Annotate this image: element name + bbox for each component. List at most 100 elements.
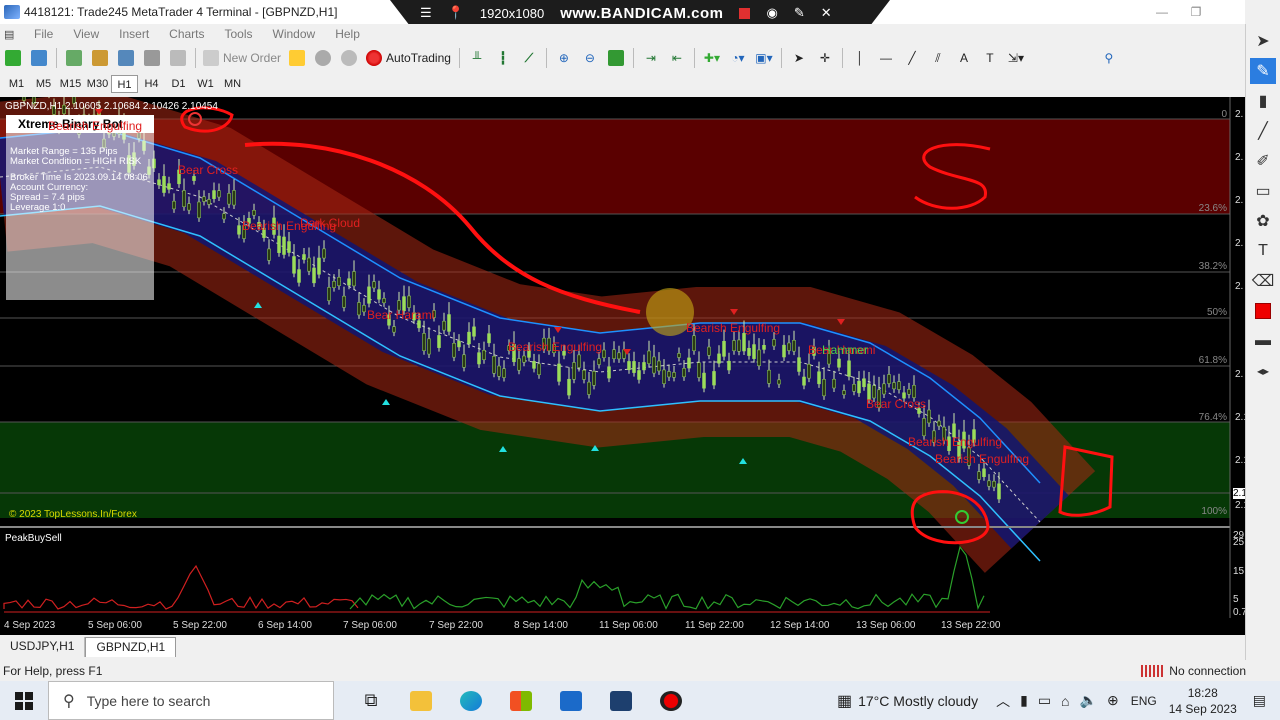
cursor-icon[interactable]: ➤ bbox=[789, 48, 809, 68]
fib-label: 61.8% bbox=[1198, 355, 1227, 366]
candles-button[interactable]: ┇ bbox=[493, 48, 513, 68]
clock[interactable]: 18:28 14 Sep 2023 bbox=[1169, 685, 1237, 717]
menu-tools[interactable]: Tools bbox=[215, 27, 263, 41]
expand-icon[interactable]: ◂▸ bbox=[1250, 358, 1276, 384]
eraser-icon[interactable]: ⌫ bbox=[1250, 268, 1276, 294]
navigator-button[interactable] bbox=[116, 48, 136, 68]
new-chart-button[interactable] bbox=[3, 48, 23, 68]
chart-shift-icon[interactable]: ⇤ bbox=[667, 48, 687, 68]
menu-view[interactable]: View bbox=[63, 27, 109, 41]
tab-gbpnzd[interactable]: GBPNZD,H1 bbox=[85, 637, 177, 657]
vertical-line-icon[interactable]: │ bbox=[850, 48, 870, 68]
file-explorer-icon[interactable] bbox=[396, 690, 446, 711]
brush-tool-icon[interactable]: ✐ bbox=[1250, 148, 1276, 174]
record-stop-icon[interactable] bbox=[739, 7, 751, 19]
market-watch-button[interactable] bbox=[64, 48, 84, 68]
tab-usdjpy[interactable]: USDJPY,H1 bbox=[0, 637, 86, 657]
zoom-out-icon[interactable]: ⊖ bbox=[580, 48, 600, 68]
mt4-taskbar-icon[interactable] bbox=[596, 690, 646, 711]
line-chart-button[interactable]: ⟋ bbox=[519, 48, 539, 68]
autotrading-button[interactable]: AutoTrading bbox=[362, 50, 455, 66]
menu-file[interactable]: File bbox=[24, 27, 63, 41]
doc-icon[interactable]: ▤ bbox=[4, 28, 24, 41]
taskbar-search[interactable]: ⚲ Type here to search bbox=[48, 681, 334, 720]
trendline-icon[interactable]: ╱ bbox=[902, 48, 922, 68]
weather-text[interactable]: 17°C Mostly cloudy bbox=[858, 693, 978, 709]
restore-icon[interactable]: ❐ bbox=[1179, 5, 1213, 19]
market-button[interactable] bbox=[339, 48, 359, 68]
tf-mn[interactable]: MN bbox=[219, 75, 246, 93]
tf-m15[interactable]: M15 bbox=[57, 75, 84, 93]
label-tool-icon[interactable]: T bbox=[980, 48, 1000, 68]
arrows-tool-icon[interactable]: ⇲▾ bbox=[1006, 48, 1026, 68]
candle-body bbox=[162, 176, 166, 193]
templates-icon[interactable]: ▣▾ bbox=[754, 48, 774, 68]
search-icon: ⚲ bbox=[63, 692, 75, 710]
menu-help[interactable]: Help bbox=[325, 27, 370, 41]
signals-button[interactable] bbox=[313, 48, 333, 68]
tf-m5[interactable]: M5 bbox=[30, 75, 57, 93]
text-tool-icon[interactable]: A bbox=[954, 48, 974, 68]
globe-icon[interactable]: ⊕ bbox=[1107, 692, 1119, 709]
rectangle-tool-icon[interactable]: ▭ bbox=[1250, 178, 1276, 204]
start-button[interactable] bbox=[0, 691, 48, 710]
color-swatch-icon[interactable] bbox=[1250, 298, 1276, 324]
tf-m30[interactable]: M30 bbox=[84, 75, 111, 93]
tf-d1[interactable]: D1 bbox=[165, 75, 192, 93]
pen-tool-icon[interactable]: ✎ bbox=[1250, 58, 1276, 84]
tf-h4[interactable]: H4 bbox=[138, 75, 165, 93]
periods-icon[interactable]: ◔▾ bbox=[728, 48, 748, 68]
tray-usb-icon[interactable]: ▮ bbox=[1020, 692, 1028, 709]
data-window-button[interactable] bbox=[90, 48, 110, 68]
zoom-in-icon[interactable]: ⊕ bbox=[554, 48, 574, 68]
price-chart[interactable]: GBPNZD,H1 2.10605 2.10684 2.10426 2.1045… bbox=[0, 97, 1245, 633]
terminal-button[interactable] bbox=[142, 48, 162, 68]
language-indicator[interactable]: ENG bbox=[1131, 694, 1157, 708]
weather-icon[interactable]: ▦ bbox=[837, 691, 852, 711]
candle-body bbox=[787, 342, 791, 351]
palette-icon[interactable]: ✿ bbox=[1250, 208, 1276, 234]
battery-icon[interactable]: ▭ bbox=[1038, 692, 1051, 709]
minimize-icon[interactable]: — bbox=[1145, 5, 1179, 19]
indicators-icon[interactable]: ✚▾ bbox=[702, 48, 722, 68]
new-order-button[interactable]: New Order bbox=[203, 48, 281, 68]
close-icon[interactable]: ✕ bbox=[821, 5, 832, 21]
tf-m1[interactable]: M1 bbox=[3, 75, 30, 93]
candle-body bbox=[652, 356, 656, 374]
menu-icon[interactable]: ☰ bbox=[420, 5, 432, 21]
tile-windows-icon[interactable] bbox=[606, 48, 626, 68]
text-tool-icon[interactable]: T bbox=[1250, 238, 1276, 264]
network-icon[interactable]: ⌂ bbox=[1061, 693, 1069, 709]
mail-icon[interactable] bbox=[546, 690, 596, 711]
search-icon[interactable]: ⚲ bbox=[1099, 48, 1119, 68]
tf-w1[interactable]: W1 bbox=[192, 75, 219, 93]
autoscroll-icon[interactable]: ⇥ bbox=[641, 48, 661, 68]
pen-icon[interactable]: ✎ bbox=[794, 5, 805, 21]
metaeditor-button[interactable] bbox=[287, 48, 307, 68]
line-tool-icon[interactable]: ╱ bbox=[1250, 118, 1276, 144]
horizontal-line-icon[interactable]: — bbox=[876, 48, 896, 68]
notifications-icon[interactable]: ▤ bbox=[1253, 692, 1266, 709]
marker-tool-icon[interactable]: ▮ bbox=[1250, 88, 1276, 114]
menu-insert[interactable]: Insert bbox=[109, 27, 159, 41]
channel-icon[interactable]: ⫽ bbox=[928, 48, 948, 68]
menu-window[interactable]: Window bbox=[263, 27, 326, 41]
bar-chart-button[interactable]: ╨ bbox=[467, 48, 487, 68]
profiles-button[interactable] bbox=[29, 48, 49, 68]
candle-body bbox=[437, 335, 441, 348]
menu-charts[interactable]: Charts bbox=[159, 27, 214, 41]
tf-h1[interactable]: H1 bbox=[111, 75, 138, 93]
thickness-icon[interactable]: ▬ bbox=[1250, 328, 1276, 354]
pointer-tool-icon[interactable]: ➤ bbox=[1250, 28, 1276, 54]
volume-icon[interactable]: 🔈 bbox=[1080, 692, 1097, 709]
edge-icon[interactable] bbox=[446, 690, 496, 711]
bandicam-taskbar-icon[interactable] bbox=[646, 690, 696, 711]
tray-chevron-icon[interactable]: ︿ bbox=[996, 691, 1010, 711]
connection-bars-icon bbox=[1141, 664, 1164, 677]
crosshair-icon[interactable]: ✛ bbox=[815, 48, 835, 68]
store-icon[interactable] bbox=[496, 690, 546, 711]
task-view-icon[interactable]: ⧉ bbox=[346, 690, 396, 711]
pin-icon[interactable]: 📍 bbox=[448, 5, 464, 21]
camera-icon[interactable]: ◉ bbox=[766, 5, 777, 21]
strategy-tester-button[interactable] bbox=[168, 48, 188, 68]
